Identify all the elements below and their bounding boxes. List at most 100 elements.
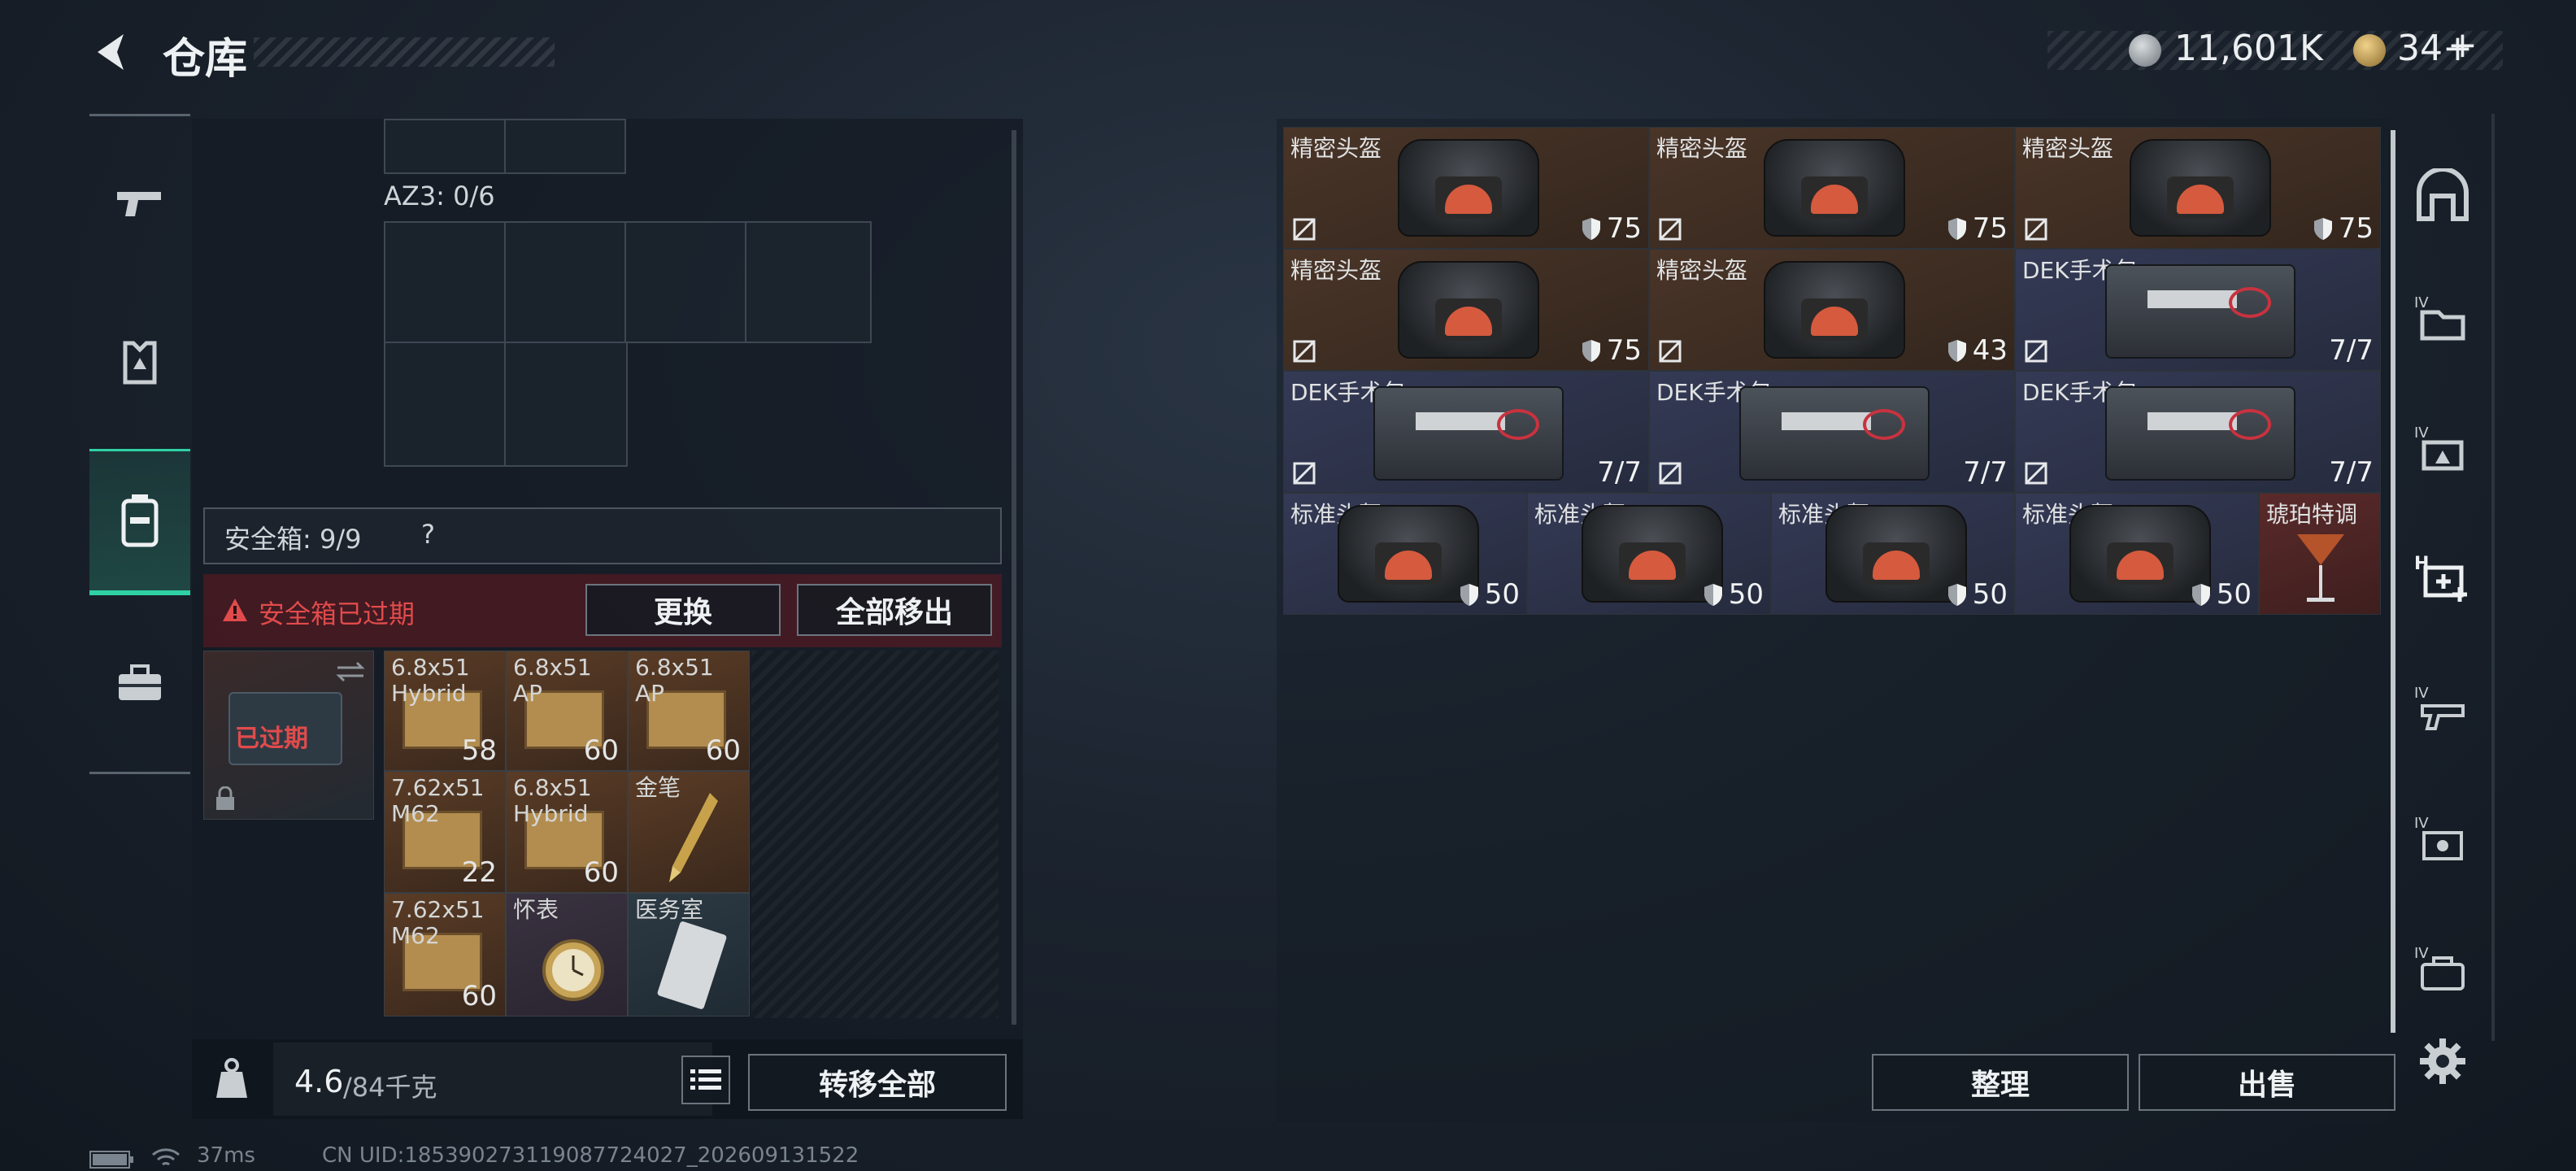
storage-item[interactable]: 标准头盔 50 (1283, 493, 1527, 615)
inventory-item[interactable]: 金笔 (628, 771, 750, 893)
tool-armor-4[interactable]: IV (2394, 781, 2491, 895)
storage-item[interactable]: 标准头盔 50 (1527, 493, 1771, 615)
inventory-item[interactable]: 怀表 (506, 893, 628, 1016)
transfer-all-button[interactable]: 转移全部 (748, 1054, 1007, 1111)
swap-icon[interactable] (334, 660, 367, 684)
slot-cell[interactable] (384, 119, 506, 174)
storage-item[interactable]: DEK手术包 7/7 (2015, 249, 2381, 371)
storage-item[interactable]: 精密头盔 75 (2015, 127, 2381, 249)
item-name: 精密头盔 (2022, 135, 2114, 162)
tool-settings[interactable] (2394, 1000, 2491, 1122)
item-uses: 7/7 (1963, 456, 2008, 489)
item-durability: 50 (1459, 578, 1520, 611)
slot-cell[interactable] (384, 221, 506, 343)
tool-medical[interactable]: H (2394, 520, 2491, 634)
storage-item[interactable]: 标准头盔 50 (2015, 493, 2259, 615)
replace-button[interactable]: 更换 (585, 584, 781, 636)
keycard-graphic (656, 921, 728, 1010)
az3-slot-label: AZ3: 0/6 (384, 181, 495, 211)
sort-button[interactable]: 整理 (1872, 1054, 2129, 1111)
item-durability: 50 (1703, 578, 1764, 611)
list-view-button[interactable] (681, 1056, 730, 1104)
inventory-item[interactable]: 6.8x51 Hybrid 60 (506, 771, 628, 893)
storage-item[interactable]: 精密头盔 75 (1283, 127, 1649, 249)
shield-icon (1947, 218, 1966, 240)
no-insure-icon (1293, 340, 1316, 363)
rail-tab-weapons[interactable] (89, 130, 190, 276)
item-durability: 43 (1947, 334, 2008, 367)
remove-all-button[interactable]: 全部移出 (797, 584, 992, 636)
item-name: 6.8x51 AP (635, 654, 714, 707)
safebox-help-button[interactable]: ? (421, 519, 435, 550)
item-name: 琥珀特调 (2266, 501, 2358, 528)
storage-item[interactable]: 精密头盔 75 (1649, 127, 2015, 249)
shield-icon (2313, 218, 2332, 240)
safebox-thumbnail[interactable]: 已过期 (203, 651, 374, 820)
no-insure-icon (1293, 462, 1316, 485)
storage-item[interactable]: 精密头盔 75 (1283, 249, 1649, 371)
vault-icon (2417, 168, 2469, 221)
right-toolbar-line (2491, 114, 2495, 1041)
svg-text:IV: IV (2414, 685, 2429, 702)
slot-cell[interactable] (384, 342, 506, 467)
weight-info: 4.6 /84千克 (273, 1043, 712, 1116)
item-count: 60 (583, 734, 619, 767)
item-count: 60 (583, 856, 619, 889)
inventory-item[interactable]: 7.62x51 M62 60 (384, 893, 506, 1016)
helmet-graphic (1764, 261, 1905, 359)
title-decoration (254, 37, 555, 67)
tool-storage-4[interactable]: IV (2394, 390, 2491, 504)
storage-item[interactable]: DEK手术包 7/7 (2015, 371, 2381, 493)
no-insure-icon (2025, 462, 2047, 485)
inventory-item[interactable]: 6.8x51 AP 60 (628, 651, 750, 771)
storage-item[interactable]: 精密头盔 43 (1649, 249, 2015, 371)
helmet-graphic (1398, 139, 1539, 237)
panel-scrollbar[interactable] (1012, 130, 1016, 1025)
slot-cell[interactable] (745, 221, 872, 343)
inventory-item[interactable]: 医务室 (628, 893, 750, 1016)
storage-item[interactable]: DEK手术包 7/7 (1649, 371, 2015, 493)
rail-tab-backpack[interactable] (89, 449, 190, 595)
item-name: 6.8x51 AP (513, 654, 592, 707)
rail-tab-armor[interactable] (89, 289, 190, 436)
backpack-icon (121, 494, 159, 546)
list-icon (690, 1069, 721, 1090)
bag-4-icon: IV (2414, 945, 2465, 990)
item-durability: 75 (1581, 334, 1642, 367)
item-name: 医务室 (635, 896, 704, 923)
rail-tab-case[interactable] (89, 610, 190, 756)
item-name: 6.8x51 Hybrid (513, 774, 592, 827)
add-currency-button[interactable]: + (2448, 24, 2478, 66)
sell-button[interactable]: 出售 (2139, 1054, 2395, 1111)
battery-icon (89, 1151, 133, 1169)
slot-cell[interactable] (624, 221, 746, 343)
svg-text:IV: IV (2414, 294, 2429, 311)
item-uses: 7/7 (2329, 334, 2374, 367)
slot-cell[interactable] (504, 342, 628, 467)
svg-text:IV: IV (2414, 945, 2429, 962)
shield-icon (1704, 584, 1722, 606)
tool-folder-4[interactable]: IV (2394, 260, 2491, 374)
slot-cell[interactable] (504, 221, 626, 343)
storage-item[interactable]: 琥珀特调 (2259, 493, 2381, 615)
ping-text: 37ms (197, 1143, 255, 1168)
tool-gun-4[interactable]: IV (2394, 651, 2491, 764)
storage-item[interactable]: 标准头盔 50 (1771, 493, 2015, 615)
gold-coin-icon (2353, 34, 2386, 67)
tool-vault[interactable] (2394, 138, 2491, 252)
inventory-item[interactable]: 6.8x51 AP 60 (506, 651, 628, 771)
shield-icon (1460, 584, 1478, 606)
helmet-graphic (2130, 139, 2271, 237)
storage-item[interactable]: DEK手术包 7/7 (1283, 371, 1649, 493)
inventory-item[interactable]: 7.62x51 M62 22 (384, 771, 506, 893)
slot-cell[interactable] (504, 119, 626, 174)
item-name: 金笔 (635, 774, 681, 801)
folder-4-icon: IV (2414, 294, 2465, 341)
back-arrow-icon[interactable] (88, 28, 137, 76)
item-name: 精密头盔 (1290, 135, 1382, 162)
item-uses: 7/7 (1597, 456, 1642, 489)
page-title: 仓库 (163, 35, 248, 84)
shield-icon (1947, 340, 1966, 362)
inventory-item[interactable]: 6.8x51 Hybrid 58 (384, 651, 506, 771)
no-insure-icon (1659, 218, 1682, 241)
